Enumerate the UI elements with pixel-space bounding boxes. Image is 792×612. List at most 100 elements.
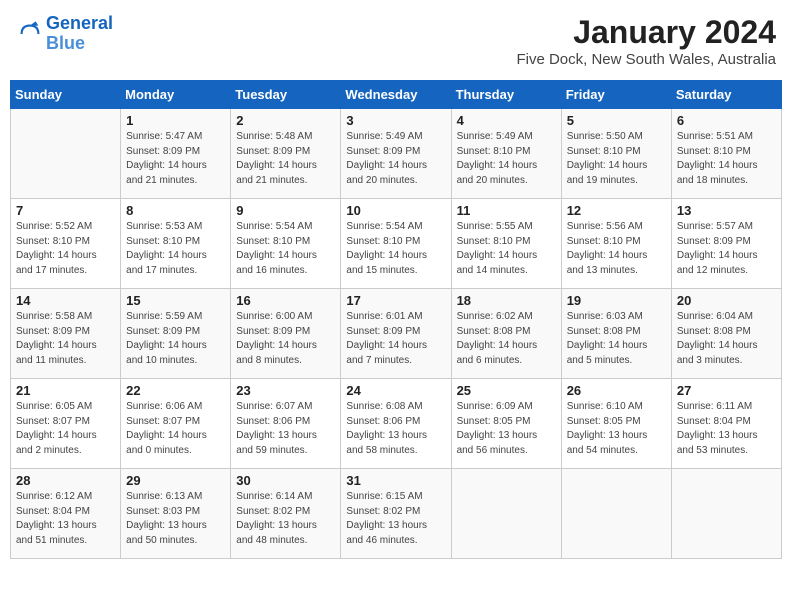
day-detail: Sunrise: 6:15 AM Sunset: 8:02 PM Dayligh… (346, 490, 445, 548)
calendar-cell: 5 Sunrise: 5:50 AM Sunset: 8:10 PM Daylig… (561, 109, 671, 199)
calendar-cell (451, 469, 561, 559)
day-number: 2 (236, 113, 335, 128)
calendar-cell: 4Sunrise: 5:49 AM Sunset: 8:10 PM Daylig… (451, 109, 561, 199)
day-detail: Sunrise: 6:05 AM Sunset: 8:07 PM Dayligh… (16, 400, 115, 458)
day-detail: Sunrise: 6:06 AM Sunset: 8:07 PM Dayligh… (126, 400, 225, 458)
day-detail: Sunrise: 6:10 AM Sunset: 8:05 PM Dayligh… (567, 400, 666, 458)
day-detail: Sunrise: 6:07 AM Sunset: 8:06 PM Dayligh… (236, 400, 335, 458)
day-number: 15 (126, 293, 225, 308)
day-number: 24 (346, 383, 445, 398)
day-number: 4 (457, 113, 556, 128)
calendar-cell: 28 Sunrise: 6:12 AM Sunset: 8:04 PM Dayli… (11, 469, 121, 559)
calendar-cell: 14 Sunrise: 5:58 AM Sunset: 8:09 PM Dayli… (11, 289, 121, 379)
day-detail: Sunrise: 6:02 AM Sunset: 8:08 PM Dayligh… (457, 310, 556, 368)
logo-text: GeneralBlue (46, 14, 113, 54)
day-number: 12 (567, 203, 666, 218)
calendar-title: January 2024 (516, 14, 776, 51)
day-number: 10 (346, 203, 445, 218)
calendar-cell: 13 Sunrise: 5:57 AM Sunset: 8:09 PM Dayli… (671, 199, 781, 289)
calendar-cell: 19Sunrise: 6:03 AM Sunset: 8:08 PM Dayli… (561, 289, 671, 379)
week-row-2: 7Sunrise: 5:52 AM Sunset: 8:10 PM Daylig… (11, 199, 782, 289)
day-number: 13 (677, 203, 776, 218)
day-detail: Sunrise: 6:14 AM Sunset: 8:02 PM Dayligh… (236, 490, 335, 548)
day-number: 31 (346, 473, 445, 488)
day-detail: Sunrise: 6:01 AM Sunset: 8:09 PM Dayligh… (346, 310, 445, 368)
day-detail: Sunrise: 5:49 AM Sunset: 8:09 PM Dayligh… (346, 130, 445, 188)
title-block: January 2024 Five Dock, New South Wales,… (516, 14, 776, 68)
day-detail: Sunrise: 5:52 AM Sunset: 8:10 PM Dayligh… (16, 220, 115, 278)
day-number: 25 (457, 383, 556, 398)
day-number: 27 (677, 383, 776, 398)
calendar-cell: 29 Sunrise: 6:13 AM Sunset: 8:03 PM Dayli… (121, 469, 231, 559)
day-detail: Sunrise: 6:08 AM Sunset: 8:06 PM Dayligh… (346, 400, 445, 458)
calendar-cell (561, 469, 671, 559)
calendar-cell: 22Sunrise: 6:06 AM Sunset: 8:07 PM Dayli… (121, 379, 231, 469)
day-header-row: SundayMondayTuesdayWednesdayThursdayFrid… (11, 81, 782, 109)
day-number: 20 (677, 293, 776, 308)
day-number: 16 (236, 293, 335, 308)
day-detail: Sunrise: 5:48 AM Sunset: 8:09 PM Dayligh… (236, 130, 335, 188)
day-header-saturday: Saturday (671, 81, 781, 109)
calendar-cell: 11Sunrise: 5:55 AM Sunset: 8:10 PM Dayli… (451, 199, 561, 289)
calendar-cell (11, 109, 121, 199)
day-detail: Sunrise: 5:51 AM Sunset: 8:10 PM Dayligh… (677, 130, 776, 188)
day-number: 21 (16, 383, 115, 398)
day-detail: Sunrise: 5:54 AM Sunset: 8:10 PM Dayligh… (236, 220, 335, 278)
calendar-cell: 9 Sunrise: 5:54 AM Sunset: 8:10 PM Daylig… (231, 199, 341, 289)
day-number: 26 (567, 383, 666, 398)
day-detail: Sunrise: 6:09 AM Sunset: 8:05 PM Dayligh… (457, 400, 556, 458)
day-detail: Sunrise: 6:12 AM Sunset: 8:04 PM Dayligh… (16, 490, 115, 548)
day-number: 6 (677, 113, 776, 128)
calendar-cell: 2 Sunrise: 5:48 AM Sunset: 8:09 PM Daylig… (231, 109, 341, 199)
calendar-cell: 30 Sunrise: 6:14 AM Sunset: 8:02 PM Dayli… (231, 469, 341, 559)
calendar-cell: 16 Sunrise: 6:00 AM Sunset: 8:09 PM Dayli… (231, 289, 341, 379)
calendar-cell: 7Sunrise: 5:52 AM Sunset: 8:10 PM Daylig… (11, 199, 121, 289)
day-number: 11 (457, 203, 556, 218)
calendar-cell: 26 Sunrise: 6:10 AM Sunset: 8:05 PM Dayli… (561, 379, 671, 469)
calendar-cell: 23Sunrise: 6:07 AM Sunset: 8:06 PM Dayli… (231, 379, 341, 469)
day-header-sunday: Sunday (11, 81, 121, 109)
calendar-body: 1Sunrise: 5:47 AM Sunset: 8:09 PM Daylig… (11, 109, 782, 559)
day-detail: Sunrise: 6:03 AM Sunset: 8:08 PM Dayligh… (567, 310, 666, 368)
logo: GeneralBlue (16, 14, 113, 54)
calendar-cell: 20 Sunrise: 6:04 AM Sunset: 8:08 PM Dayli… (671, 289, 781, 379)
day-header-monday: Monday (121, 81, 231, 109)
calendar-cell: 3 Sunrise: 5:49 AM Sunset: 8:09 PM Daylig… (341, 109, 451, 199)
day-header-wednesday: Wednesday (341, 81, 451, 109)
calendar-cell: 8 Sunrise: 5:53 AM Sunset: 8:10 PM Daylig… (121, 199, 231, 289)
calendar-cell: 27 Sunrise: 6:11 AM Sunset: 8:04 PM Dayli… (671, 379, 781, 469)
day-detail: Sunrise: 6:13 AM Sunset: 8:03 PM Dayligh… (126, 490, 225, 548)
day-number: 5 (567, 113, 666, 128)
day-detail: Sunrise: 5:56 AM Sunset: 8:10 PM Dayligh… (567, 220, 666, 278)
calendar-cell: 1Sunrise: 5:47 AM Sunset: 8:09 PM Daylig… (121, 109, 231, 199)
logo-icon (16, 20, 44, 48)
day-detail: Sunrise: 6:04 AM Sunset: 8:08 PM Dayligh… (677, 310, 776, 368)
week-row-1: 1Sunrise: 5:47 AM Sunset: 8:09 PM Daylig… (11, 109, 782, 199)
day-header-friday: Friday (561, 81, 671, 109)
day-detail: Sunrise: 5:57 AM Sunset: 8:09 PM Dayligh… (677, 220, 776, 278)
day-number: 29 (126, 473, 225, 488)
calendar-header: SundayMondayTuesdayWednesdayThursdayFrid… (11, 81, 782, 109)
calendar-cell: 17Sunrise: 6:01 AM Sunset: 8:09 PM Dayli… (341, 289, 451, 379)
day-detail: Sunrise: 5:58 AM Sunset: 8:09 PM Dayligh… (16, 310, 115, 368)
week-row-3: 14 Sunrise: 5:58 AM Sunset: 8:09 PM Dayli… (11, 289, 782, 379)
calendar-cell: 6 Sunrise: 5:51 AM Sunset: 8:10 PM Daylig… (671, 109, 781, 199)
day-number: 14 (16, 293, 115, 308)
day-detail: Sunrise: 5:50 AM Sunset: 8:10 PM Dayligh… (567, 130, 666, 188)
calendar-cell: 15 Sunrise: 5:59 AM Sunset: 8:09 PM Dayli… (121, 289, 231, 379)
day-number: 28 (16, 473, 115, 488)
calendar-cell: 12 Sunrise: 5:56 AM Sunset: 8:10 PM Dayli… (561, 199, 671, 289)
day-detail: Sunrise: 6:00 AM Sunset: 8:09 PM Dayligh… (236, 310, 335, 368)
calendar-cell: 21 Sunrise: 6:05 AM Sunset: 8:07 PM Dayli… (11, 379, 121, 469)
day-number: 9 (236, 203, 335, 218)
day-header-tuesday: Tuesday (231, 81, 341, 109)
day-detail: Sunrise: 5:59 AM Sunset: 8:09 PM Dayligh… (126, 310, 225, 368)
day-detail: Sunrise: 5:53 AM Sunset: 8:10 PM Dayligh… (126, 220, 225, 278)
day-number: 3 (346, 113, 445, 128)
calendar-table: SundayMondayTuesdayWednesdayThursdayFrid… (10, 80, 782, 559)
day-detail: Sunrise: 6:11 AM Sunset: 8:04 PM Dayligh… (677, 400, 776, 458)
day-number: 30 (236, 473, 335, 488)
calendar-subtitle: Five Dock, New South Wales, Australia (516, 51, 776, 68)
day-detail: Sunrise: 5:54 AM Sunset: 8:10 PM Dayligh… (346, 220, 445, 278)
day-number: 8 (126, 203, 225, 218)
